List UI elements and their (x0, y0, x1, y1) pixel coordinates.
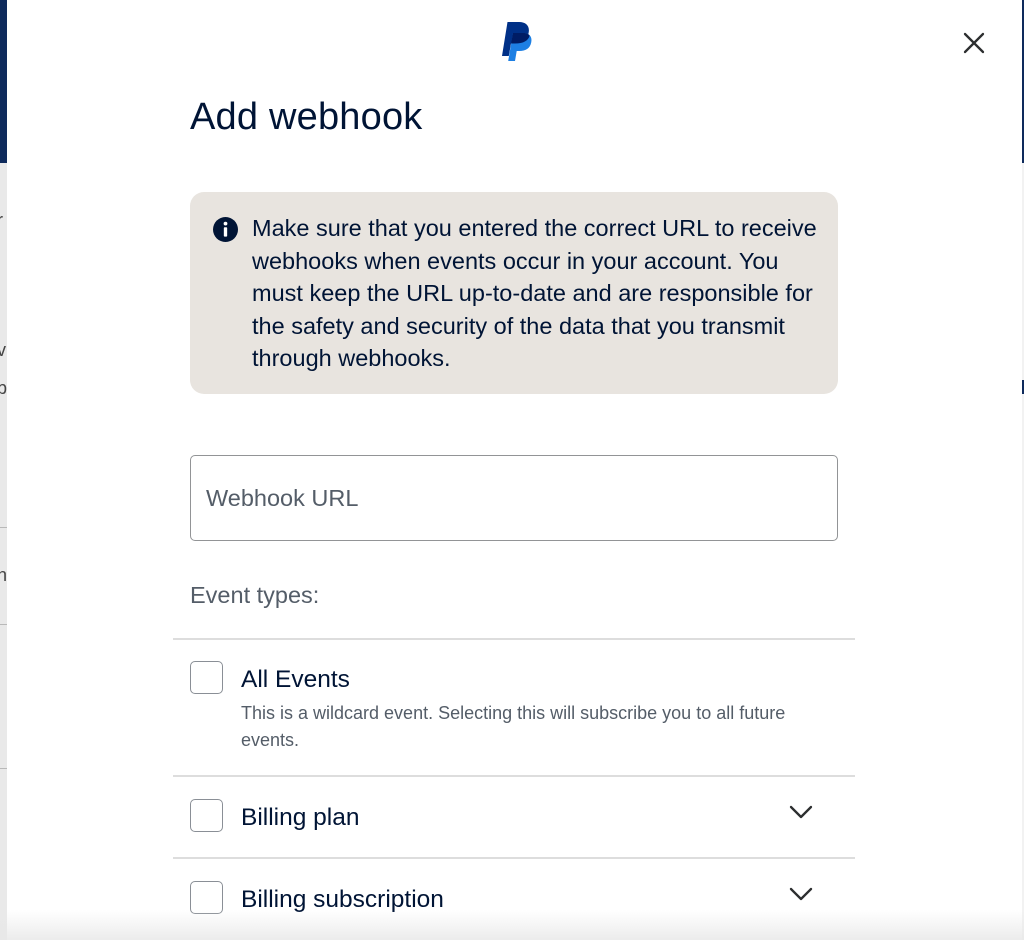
modal-title: Add webhook (190, 96, 423, 138)
paypal-logo (502, 22, 532, 61)
info-icon (213, 217, 238, 242)
background-divider (0, 527, 7, 528)
event-types-label: Event types: (190, 582, 320, 608)
background-text-fragment: v (0, 340, 6, 360)
all-events-checkbox[interactable] (190, 661, 223, 694)
event-label: All Events (241, 666, 350, 693)
chevron-down-icon[interactable] (788, 803, 814, 821)
event-description: This is a wildcard event. Selecting this… (241, 703, 786, 750)
event-list-divider (173, 638, 855, 640)
close-icon (963, 32, 985, 54)
billing-subscription-checkbox[interactable] (190, 881, 223, 914)
chevron-down-icon[interactable] (788, 885, 814, 903)
event-label: Billing plan (241, 804, 360, 831)
background-header (0, 0, 7, 163)
background-page-left-edge: r v b h (0, 0, 7, 940)
background-divider (0, 768, 7, 769)
event-list-divider (173, 775, 855, 777)
background-text-fragment: b (0, 378, 7, 398)
event-list-divider (173, 857, 855, 859)
close-button[interactable] (957, 26, 991, 60)
background-text-fragment: h (0, 565, 7, 585)
webhook-url-input[interactable] (206, 476, 816, 520)
add-webhook-modal: Add webhook Make sure that you entered t… (7, 0, 1022, 940)
background-divider (0, 624, 7, 625)
billing-plan-checkbox[interactable] (190, 799, 223, 832)
info-message: Make sure that you entered the correct U… (252, 215, 817, 371)
info-alert: Make sure that you entered the correct U… (190, 192, 838, 394)
webhook-url-field[interactable] (190, 455, 838, 541)
event-label: Billing subscription (241, 886, 444, 913)
background-text-fragment: r (0, 210, 3, 231)
